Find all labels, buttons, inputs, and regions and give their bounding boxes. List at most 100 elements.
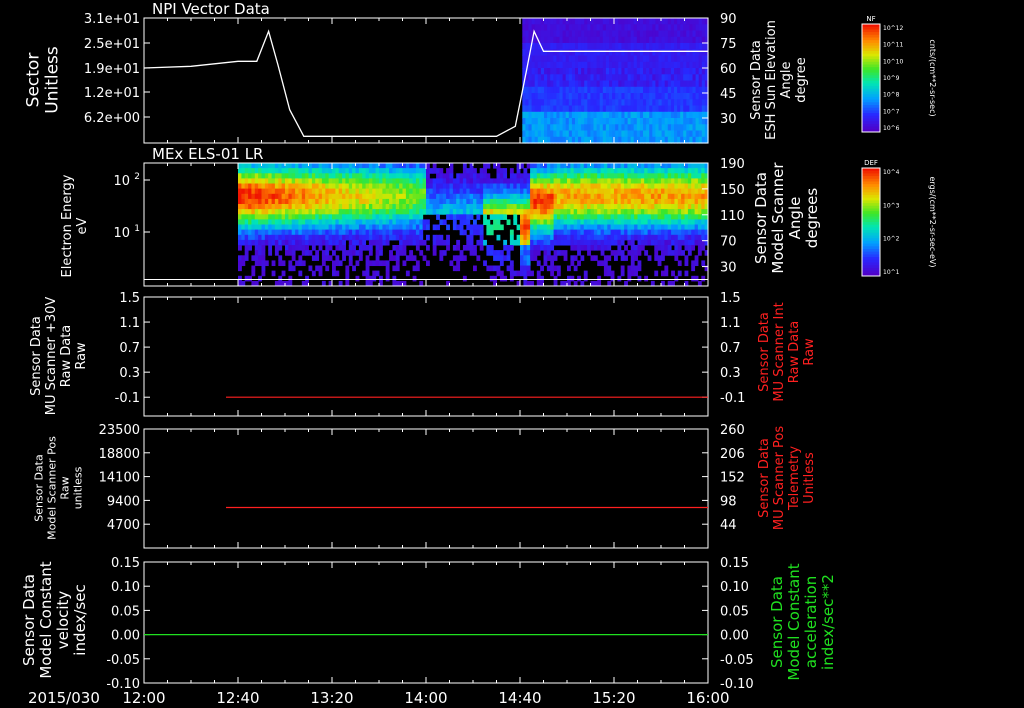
spectrogram-cell: [620, 198, 625, 205]
spectrogram-cell: [392, 163, 397, 169]
spectrogram-cell: [389, 198, 393, 205]
spectrogram-cell: [523, 219, 528, 226]
spectrogram-cell: [405, 224, 410, 231]
spectrogram-cell: [261, 239, 266, 246]
spectrogram-cell: [603, 173, 608, 179]
spectrogram-cell: [452, 183, 457, 190]
colorbar-units-text: cnts/(cm**2-sr-sec): [928, 39, 937, 116]
spectrogram-cell: [244, 204, 249, 210]
spectrogram-cell: [624, 234, 628, 241]
spectrogram-cell: [382, 178, 387, 185]
spectrogram-cell: [553, 224, 558, 231]
spectrogram-cell: [546, 163, 551, 169]
spectrogram-cell: [345, 204, 350, 210]
spectrogram-cell: [238, 229, 242, 236]
spectrogram-cell: [573, 265, 578, 272]
spectrogram-cell: [546, 224, 551, 231]
spectrogram-cell: [530, 270, 534, 277]
spectrogram-cell: [439, 204, 444, 210]
spectrogram-cell: [426, 209, 430, 215]
spectrogram-cell: [389, 178, 393, 185]
spectrogram-cell: [288, 188, 293, 195]
spectrogram-cell: [385, 183, 390, 190]
spectrogram-cell: [540, 229, 544, 236]
spectrogram-cell: [570, 224, 575, 231]
spectrogram-cell: [573, 198, 578, 205]
spectrogram-cell: [590, 168, 595, 174]
spectrogram-cell: [268, 168, 273, 174]
spectrogram-cell: [372, 239, 377, 246]
spectrogram-cell: [419, 173, 424, 179]
spectrogram-cell: [640, 173, 645, 179]
spectrogram-cell: [674, 229, 679, 236]
spectrogram-cell: [392, 183, 397, 190]
spectrogram-cell: [379, 260, 383, 267]
spectrogram-cell: [261, 198, 266, 205]
spectrogram-cell: [281, 239, 286, 246]
spectrogram-cell: [375, 209, 380, 215]
spectrogram-cell: [523, 229, 528, 236]
spectrogram-cell: [274, 219, 279, 226]
spectrogram-cell: [607, 178, 612, 185]
spectrogram-cell: [412, 239, 417, 246]
spectrogram-cell: [577, 234, 581, 241]
spectrogram-cell: [335, 168, 340, 174]
spectrogram-cell: [677, 193, 682, 200]
spectrogram-cell: [442, 198, 447, 205]
spectrogram-cell: [415, 193, 420, 200]
spectrogram-cell: [563, 250, 568, 256]
spectrogram-cell: [580, 255, 585, 261]
spectrogram-cell: [630, 178, 635, 185]
spectrogram-cell: [469, 183, 474, 190]
spectrogram-cell: [251, 193, 256, 200]
spectrogram-cell: [590, 178, 595, 185]
spectrogram-cell: [667, 239, 672, 246]
spectrogram-cell: [442, 173, 447, 179]
spectrogram-cell: [664, 168, 669, 174]
spectrogram-cell: [496, 250, 501, 256]
spectrogram-cell: [499, 250, 504, 256]
spectrogram-cell: [580, 163, 585, 169]
spectrogram-cell: [368, 214, 373, 220]
spectrogram-cell: [486, 265, 491, 272]
spectrogram-cell: [556, 239, 561, 246]
spectrogram-cell: [295, 173, 299, 179]
spectrogram-cell: [325, 198, 330, 205]
spectrogram-cell: [392, 219, 397, 226]
spectrogram-cell: [348, 178, 353, 185]
spectrogram-cell: [402, 188, 407, 195]
spectrogram-cell: [550, 234, 555, 241]
spectrogram-cell: [476, 239, 481, 246]
y-axis-label-left-line: unitless: [71, 466, 84, 509]
spectrogram-cell: [533, 173, 538, 179]
spectrogram-cell: [684, 204, 689, 210]
spectrogram-cell: [654, 245, 659, 251]
spectrogram-cell: [402, 209, 407, 215]
spectrogram-cell: [657, 209, 662, 215]
spectrogram-cell: [630, 260, 635, 267]
spectrogram-cell: [295, 260, 299, 267]
spectrogram-cell: [348, 193, 353, 200]
spectrogram-cell: [697, 173, 702, 179]
spectrogram-cell: [241, 209, 246, 215]
spectrogram-cell: [583, 168, 588, 174]
spectrogram-cell: [701, 183, 706, 190]
spectrogram-cell: [399, 209, 403, 215]
spectrogram-cell: [325, 265, 330, 272]
spectrogram-cell: [620, 188, 625, 195]
spectrogram-cell: [523, 239, 528, 246]
y-tick-label: 10: [113, 226, 130, 241]
spectrogram-cell: [694, 178, 699, 185]
spectrogram-cell: [258, 193, 262, 200]
spectrogram-cell: [614, 234, 618, 241]
spectrogram-cell: [462, 173, 467, 179]
spectrogram-cell: [402, 219, 407, 226]
spectrogram-cell: [607, 188, 612, 195]
spectrogram-cell: [442, 204, 447, 210]
spectrogram-cell: [687, 168, 692, 174]
spectrogram-cell: [674, 214, 679, 220]
spectrogram-cell: [315, 209, 320, 215]
spectrogram-cell: [345, 229, 350, 236]
spectrogram-cell: [630, 173, 635, 179]
spectrogram-cell: [597, 204, 602, 210]
